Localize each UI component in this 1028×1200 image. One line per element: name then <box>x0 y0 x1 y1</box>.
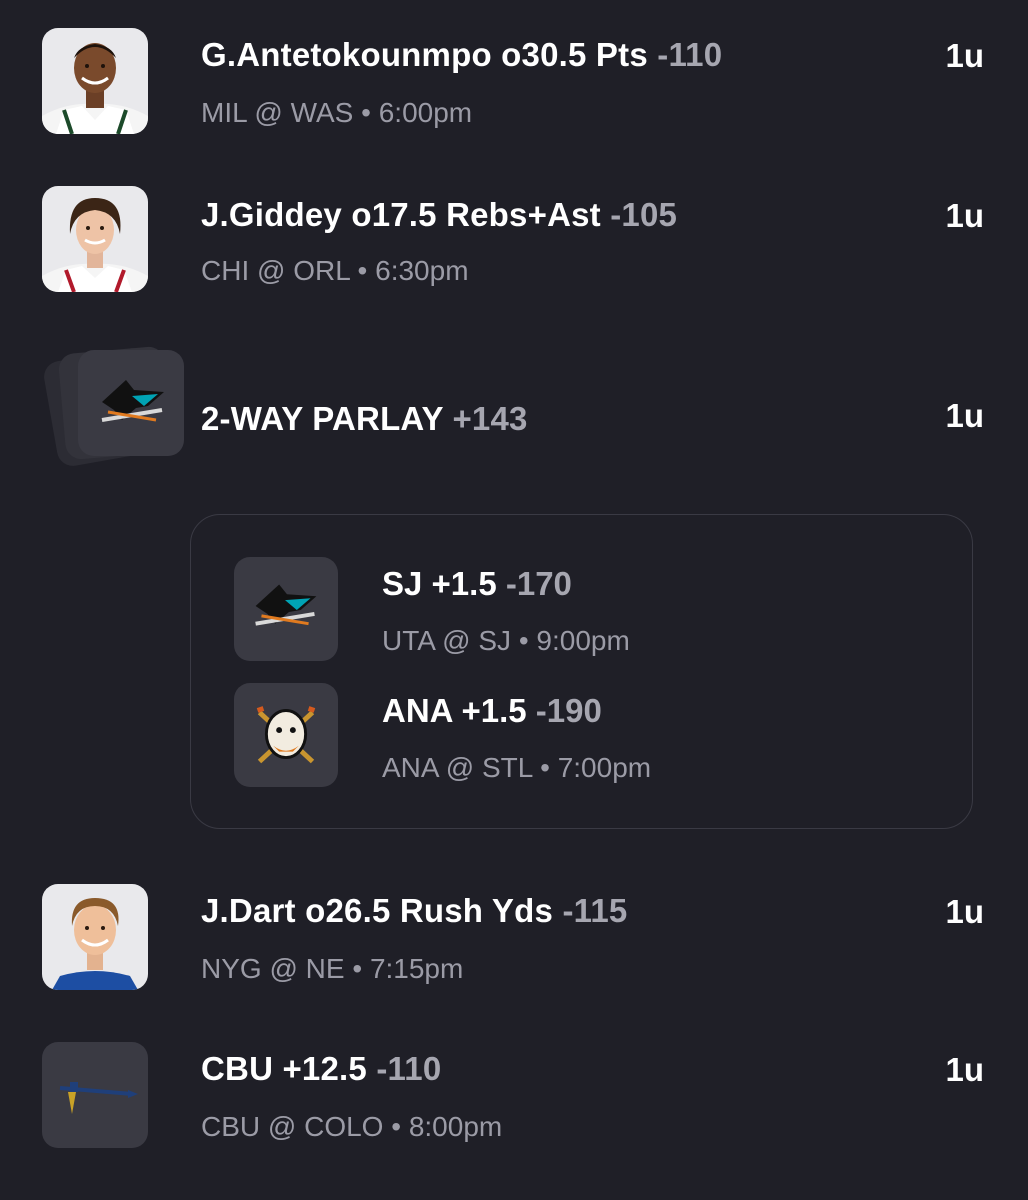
separator-dot: • <box>518 625 529 656</box>
bet-odds: -105 <box>610 196 678 233</box>
leg-title: ANA +1.5 -190 <box>382 692 602 730</box>
bet-title: 2-WAY PARLAY +143 <box>201 400 528 438</box>
bet-odds: -115 <box>562 892 628 929</box>
separator-dot: • <box>540 752 550 783</box>
bet-subtitle: MIL @ WAS • 6:00pm <box>201 97 472 129</box>
player-headshot-image <box>42 28 148 134</box>
bet-row[interactable]: J.Giddey o17.5 Rebs+Ast -105 CHI @ ORL •… <box>0 160 1028 320</box>
bet-title-text: 2-WAY PARLAY <box>201 400 444 437</box>
bet-time: 6:30pm <box>375 255 469 286</box>
bet-subtitle: NYG @ NE • 7:15pm <box>201 953 463 985</box>
bet-odds: -110 <box>376 1050 442 1087</box>
leg-subtitle: UTA @ SJ • 9:00pm <box>382 625 630 657</box>
player-headshot-image <box>42 884 148 990</box>
bet-units: 1u <box>945 397 984 434</box>
ducks-logo-icon <box>234 683 338 787</box>
sharks-logo-icon <box>78 350 184 456</box>
leg-odds: -170 <box>505 565 572 602</box>
leg-title: SJ +1.5 -170 <box>382 565 572 603</box>
sharks-logo-icon <box>234 557 338 661</box>
bet-matchup: MIL @ WAS <box>201 97 354 128</box>
separator-dot: • <box>361 97 371 128</box>
bet-time: 7:15pm <box>369 953 464 984</box>
leg-subtitle: ANA @ STL • 7:00pm <box>382 752 651 784</box>
leg-matchup: UTA @ SJ <box>382 625 512 656</box>
bet-title-text: J.Dart o26.5 Rush Yds <box>201 892 554 929</box>
leg-time: 9:00pm <box>536 625 630 656</box>
player-headshot-image <box>42 186 148 292</box>
bet-matchup: CBU @ COLO <box>201 1111 384 1142</box>
parlay-legs-panel: SJ +1.5 -170 UTA @ SJ • 9:00pm ANA +1.5 … <box>190 514 973 829</box>
parlay-row[interactable]: 2-WAY PARLAY +143 1u <box>0 330 1028 470</box>
bet-units: 1u <box>945 197 984 234</box>
bet-units: 1u <box>945 1051 984 1088</box>
separator-dot: • <box>391 1111 402 1142</box>
bet-units: 1u <box>945 37 984 74</box>
leg-matchup: ANA @ STL <box>382 752 533 783</box>
bet-subtitle: CBU @ COLO • 8:00pm <box>201 1111 502 1143</box>
bet-time: 8:00pm <box>408 1111 503 1142</box>
bet-subtitle: CHI @ ORL • 6:30pm <box>201 255 469 287</box>
bet-title: G.Antetokounmpo o30.5 Pts -110 <box>201 36 722 74</box>
bet-title: J.Giddey o17.5 Rebs+Ast -105 <box>201 196 677 234</box>
separator-dot: • <box>357 255 368 286</box>
separator-dot: • <box>352 953 363 984</box>
bet-title-text: G.Antetokounmpo o30.5 Pts <box>201 36 648 73</box>
leg-title-text: SJ +1.5 <box>382 565 497 602</box>
bet-row[interactable]: J.Dart o26.5 Rush Yds -115 NYG @ NE • 7:… <box>0 860 1028 1020</box>
leg-time: 7:00pm <box>557 752 652 783</box>
leg-title-text: ANA +1.5 <box>382 692 527 729</box>
leg-odds: -190 <box>535 692 602 729</box>
bet-title: CBU +12.5 -110 <box>201 1050 441 1088</box>
bet-title-text: J.Giddey o17.5 Rebs+Ast <box>201 196 601 233</box>
bet-time: 6:00pm <box>378 97 473 128</box>
bet-row[interactable]: CBU +12.5 -110 CBU @ COLO • 8:00pm 1u <box>0 1020 1028 1180</box>
bet-title-text: CBU +12.5 <box>201 1050 367 1087</box>
bet-odds: +143 <box>452 400 528 437</box>
bet-title: J.Dart o26.5 Rush Yds -115 <box>201 892 627 930</box>
bet-units: 1u <box>945 893 984 930</box>
bet-row[interactable]: G.Antetokounmpo o30.5 Pts -110 MIL @ WAS… <box>0 0 1028 160</box>
lancers-logo-icon <box>42 1042 148 1148</box>
bet-odds: -110 <box>657 36 723 73</box>
bet-matchup: NYG @ NE <box>201 953 345 984</box>
bet-matchup: CHI @ ORL <box>201 255 350 286</box>
